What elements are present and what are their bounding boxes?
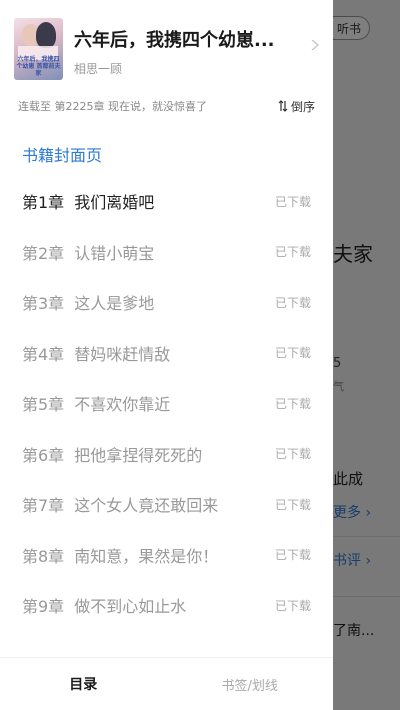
chapter-title: 不喜欢你靠近 [74,395,171,415]
chapter-number: 第4章 [22,344,65,364]
serial-status-row: 连载至 第2225章 现在说，就没惊喜了 倒序 [18,98,315,114]
chapter-item[interactable]: 第1章 我们离婚吧 已下载 [0,176,333,227]
download-status: 已下载 [274,497,311,512]
cover-page-link[interactable]: 书籍封面页 [22,142,102,166]
download-status: 已下载 [274,396,311,411]
book-header[interactable]: 六年后，我携四个幼崽 首都前夫家 六年后，我携四个幼崽... 相思一顾 [14,18,320,84]
sort-icon [278,100,288,112]
chapter-number: 第1章 [22,193,65,213]
chapter-title: 我们离婚吧 [74,193,155,213]
chapter-number: 第7章 [22,496,65,516]
chapter-item[interactable]: 第6章 把他拿捏得死死的 已下载 [0,429,333,480]
chapter-number: 第5章 [22,395,65,415]
download-status: 已下载 [274,346,311,361]
chapter-title: 这人是爹地 [74,294,155,314]
chapter-title: 南知意，果然是你！ [74,546,219,566]
download-status: 已下载 [274,295,311,310]
chapter-number: 第6章 [22,445,65,465]
download-status: 已下载 [274,598,311,613]
chapter-number: 第2章 [22,243,65,263]
download-status: 已下载 [274,548,311,563]
book-author: 相思一顾 [74,62,123,76]
list-fade [0,620,333,660]
download-status: 已下载 [274,194,311,209]
chapter-title: 做不到心如止水 [74,597,187,617]
chapter-number: 第8章 [22,546,65,566]
chapter-item[interactable]: 第7章 这个女人竟还敢回来 已下载 [0,479,333,530]
chapter-number: 第9章 [22,597,65,617]
chevron-right-icon [311,40,320,50]
sort-button[interactable]: 倒序 [278,98,315,115]
chapter-item[interactable]: 第4章 替妈咪赶情敌 已下载 [0,328,333,379]
download-status: 已下载 [274,447,311,462]
chapter-item[interactable]: 第3章 这人是爹地 已下载 [0,277,333,328]
chapter-title: 把他拿捏得死死的 [74,445,203,465]
sort-label: 倒序 [290,99,315,114]
drawer-tab-bar: 目录 书签/划线 [0,657,333,710]
serial-status: 连载至 第2225章 现在说，就没惊喜了 [18,100,207,113]
book-cover: 六年后，我携四个幼崽 首都前夫家 [14,18,63,80]
chapter-number: 第3章 [22,294,65,314]
chapter-item[interactable]: 第8章 南知意，果然是你！ 已下载 [0,530,333,581]
chapter-item[interactable]: 第5章 不喜欢你靠近 已下载 [0,378,333,429]
tab-catalog[interactable]: 目录 [0,658,167,710]
chapter-title: 这个女人竟还敢回来 [74,496,219,516]
chapter-title: 替妈咪赶情敌 [74,344,171,364]
tab-bookmarks[interactable]: 书签/划线 [167,658,334,710]
chapter-title: 认错小萌宝 [74,243,155,263]
catalog-drawer: 六年后，我携四个幼崽 首都前夫家 六年后，我携四个幼崽... 相思一顾 连载至 … [0,0,333,710]
book-title: 六年后，我携四个幼崽... [74,30,275,51]
chapter-item[interactable]: 第2章 认错小萌宝 已下载 [0,227,333,278]
chapter-list: 第1章 我们离婚吧 已下载 第2章 认错小萌宝 已下载 第3章 这人是爹地 已下载 第… [0,176,333,631]
cover-text: 六年后，我携四个幼崽 首都前夫家 [16,56,61,77]
download-status: 已下载 [274,245,311,260]
